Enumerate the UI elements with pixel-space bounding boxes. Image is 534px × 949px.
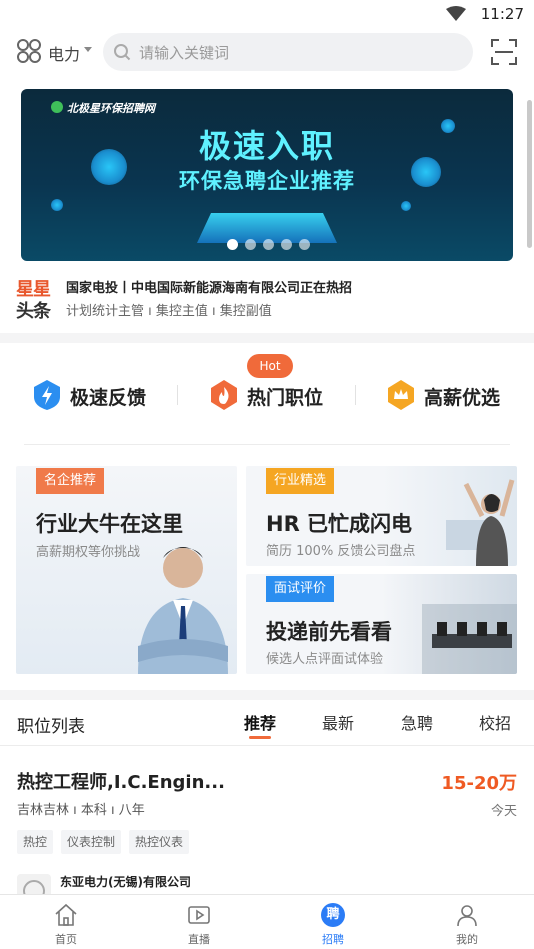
headline-title[interactable]: 国家电投丨中电国际新能源海南有限公司正在热招 — [66, 277, 352, 296]
job-tag: 仪表控制 — [61, 830, 122, 854]
quick-action-fast-feedback[interactable]: 极速反馈 — [32, 375, 162, 415]
banner-logo-text: 北极星环保招聘网 — [67, 102, 155, 115]
carousel-dot[interactable] — [263, 239, 274, 250]
job-tag: 热控 — [17, 830, 54, 854]
card-subtitle: 简历 100% 反馈公司盘点 — [266, 544, 416, 559]
job-list-item[interactable]: 热控工程师,I.C.Engin... 15-20万 吉林吉林 ı 本科 ı 八年… — [0, 760, 534, 904]
job-date: 今天 — [490, 804, 517, 819]
tab-profile[interactable]: 我的 — [427, 895, 507, 949]
chevron-down-icon[interactable] — [84, 47, 92, 52]
status-time: 11:27 — [480, 5, 524, 23]
job-list-title: 职位列表 — [17, 717, 85, 737]
tab-campus[interactable]: 校招 — [479, 710, 511, 734]
card-title: 投递前先看看 — [266, 620, 392, 644]
profile-icon — [457, 905, 477, 927]
decor-orb — [401, 201, 411, 211]
recruit-icon: 聘 — [321, 903, 345, 927]
quick-action-hot-jobs[interactable]: 热门职位 — [209, 375, 339, 415]
quick-action-label: 热门职位 — [247, 387, 324, 409]
tab-label: 直播 — [188, 933, 210, 946]
job-salary: 15-20万 — [441, 773, 517, 794]
wifi-icon — [446, 6, 466, 21]
search-input[interactable]: 请输入关键词 — [103, 33, 473, 71]
card-subtitle: 高薪期权等你挑战 — [36, 545, 141, 560]
section-divider — [0, 333, 534, 343]
job-meta: 吉林吉林 ı 本科 ı 八年 — [17, 803, 145, 818]
card-title: HR 已忙成闪电 — [266, 512, 413, 536]
job-tags: 热控 仪表控制 热控仪表 — [17, 830, 190, 854]
headline-subtitle: 计划统计主管 ı 集控主值 ı 集控副值 — [66, 304, 272, 319]
card-tag: 名企推荐 — [36, 468, 105, 494]
company-name[interactable]: 东亚电力(无锡)有限公司 — [60, 873, 191, 890]
separator — [24, 444, 510, 445]
scrollbar[interactable] — [527, 100, 532, 248]
separator — [177, 385, 178, 405]
tab-label: 招聘 — [322, 933, 344, 946]
separator — [355, 385, 356, 405]
hot-badge: Hot — [247, 354, 293, 378]
tab-recruit[interactable]: 聘 招聘 — [293, 895, 373, 949]
carousel-dot[interactable] — [281, 239, 292, 250]
feature-card-top-companies[interactable]: 名企推荐 行业大牛在这里 高薪期权等你挑战 — [16, 466, 237, 674]
job-tag: 热控仪表 — [129, 830, 190, 854]
quick-action-label: 高薪优选 — [424, 387, 501, 409]
office-worker-illustration — [446, 479, 515, 566]
active-tab-indicator — [249, 736, 271, 739]
feature-card-industry-picks[interactable]: 行业精选 HR 已忙成闪电 简历 100% 反馈公司盘点 — [246, 466, 517, 566]
headline-logo-bottom: 头条 — [16, 301, 51, 322]
job-list-header: 职位列表 推荐 最新 急聘 校招 — [0, 700, 534, 746]
tab-label: 我的 — [456, 933, 478, 946]
crown-icon — [388, 380, 414, 410]
promo-banner[interactable]: 北极星环保招聘网 极速入职 环保急聘企业推荐 — [21, 89, 513, 261]
tab-live[interactable]: 直播 — [159, 895, 239, 949]
carousel-dot[interactable] — [299, 239, 310, 250]
decor-orb — [51, 199, 63, 211]
category-grid-icon[interactable] — [16, 38, 42, 64]
job-title[interactable]: 热控工程师,I.C.Engin... — [17, 768, 225, 794]
lightning-shield-icon — [34, 380, 60, 410]
category-selector[interactable]: 电力 — [48, 41, 80, 65]
live-video-icon — [188, 906, 210, 924]
tab-label: 首页 — [55, 933, 77, 946]
card-tag: 面试评价 — [266, 576, 335, 602]
card-title: 行业大牛在这里 — [36, 512, 183, 536]
search-placeholder: 请输入关键词 — [139, 44, 230, 62]
tab-home[interactable]: 首页 — [26, 895, 106, 949]
tab-urgent[interactable]: 急聘 — [401, 710, 433, 734]
brand-logo-icon — [51, 101, 63, 113]
bottom-tab-bar: 首页 直播 聘 招聘 我的 — [0, 894, 534, 949]
card-tag: 行业精选 — [266, 468, 335, 494]
meeting-room-illustration — [422, 604, 517, 674]
section-divider — [0, 690, 534, 700]
tab-latest[interactable]: 最新 — [322, 710, 354, 734]
status-bar: 11:27 — [0, 0, 534, 28]
scan-icon[interactable] — [490, 38, 518, 66]
feature-card-interview-reviews[interactable]: 面试评价 投递前先看看 候选人点评面试体验 — [246, 574, 517, 674]
banner-headline: 极速入职 — [198, 127, 335, 165]
quick-action-high-salary[interactable]: 高薪优选 — [386, 375, 516, 415]
search-icon — [114, 44, 131, 61]
tab-recommended[interactable]: 推荐 — [244, 710, 276, 734]
businessman-illustration — [138, 547, 228, 674]
carousel-dot[interactable] — [245, 239, 256, 250]
home-icon — [55, 903, 77, 926]
banner-subheadline: 环保急聘企业推荐 — [179, 169, 355, 193]
carousel-indicator[interactable] — [227, 239, 310, 250]
card-subtitle: 候选人点评面试体验 — [266, 652, 384, 667]
flame-icon — [211, 380, 237, 410]
headline-news[interactable]: 星星 头条 国家电投丨中电国际新能源海南有限公司正在热招 计划统计主管 ı 集控… — [16, 275, 526, 323]
quick-action-label: 极速反馈 — [70, 387, 147, 409]
carousel-dot[interactable] — [227, 239, 238, 250]
top-bar: 电力 请输入关键词 — [0, 28, 534, 78]
